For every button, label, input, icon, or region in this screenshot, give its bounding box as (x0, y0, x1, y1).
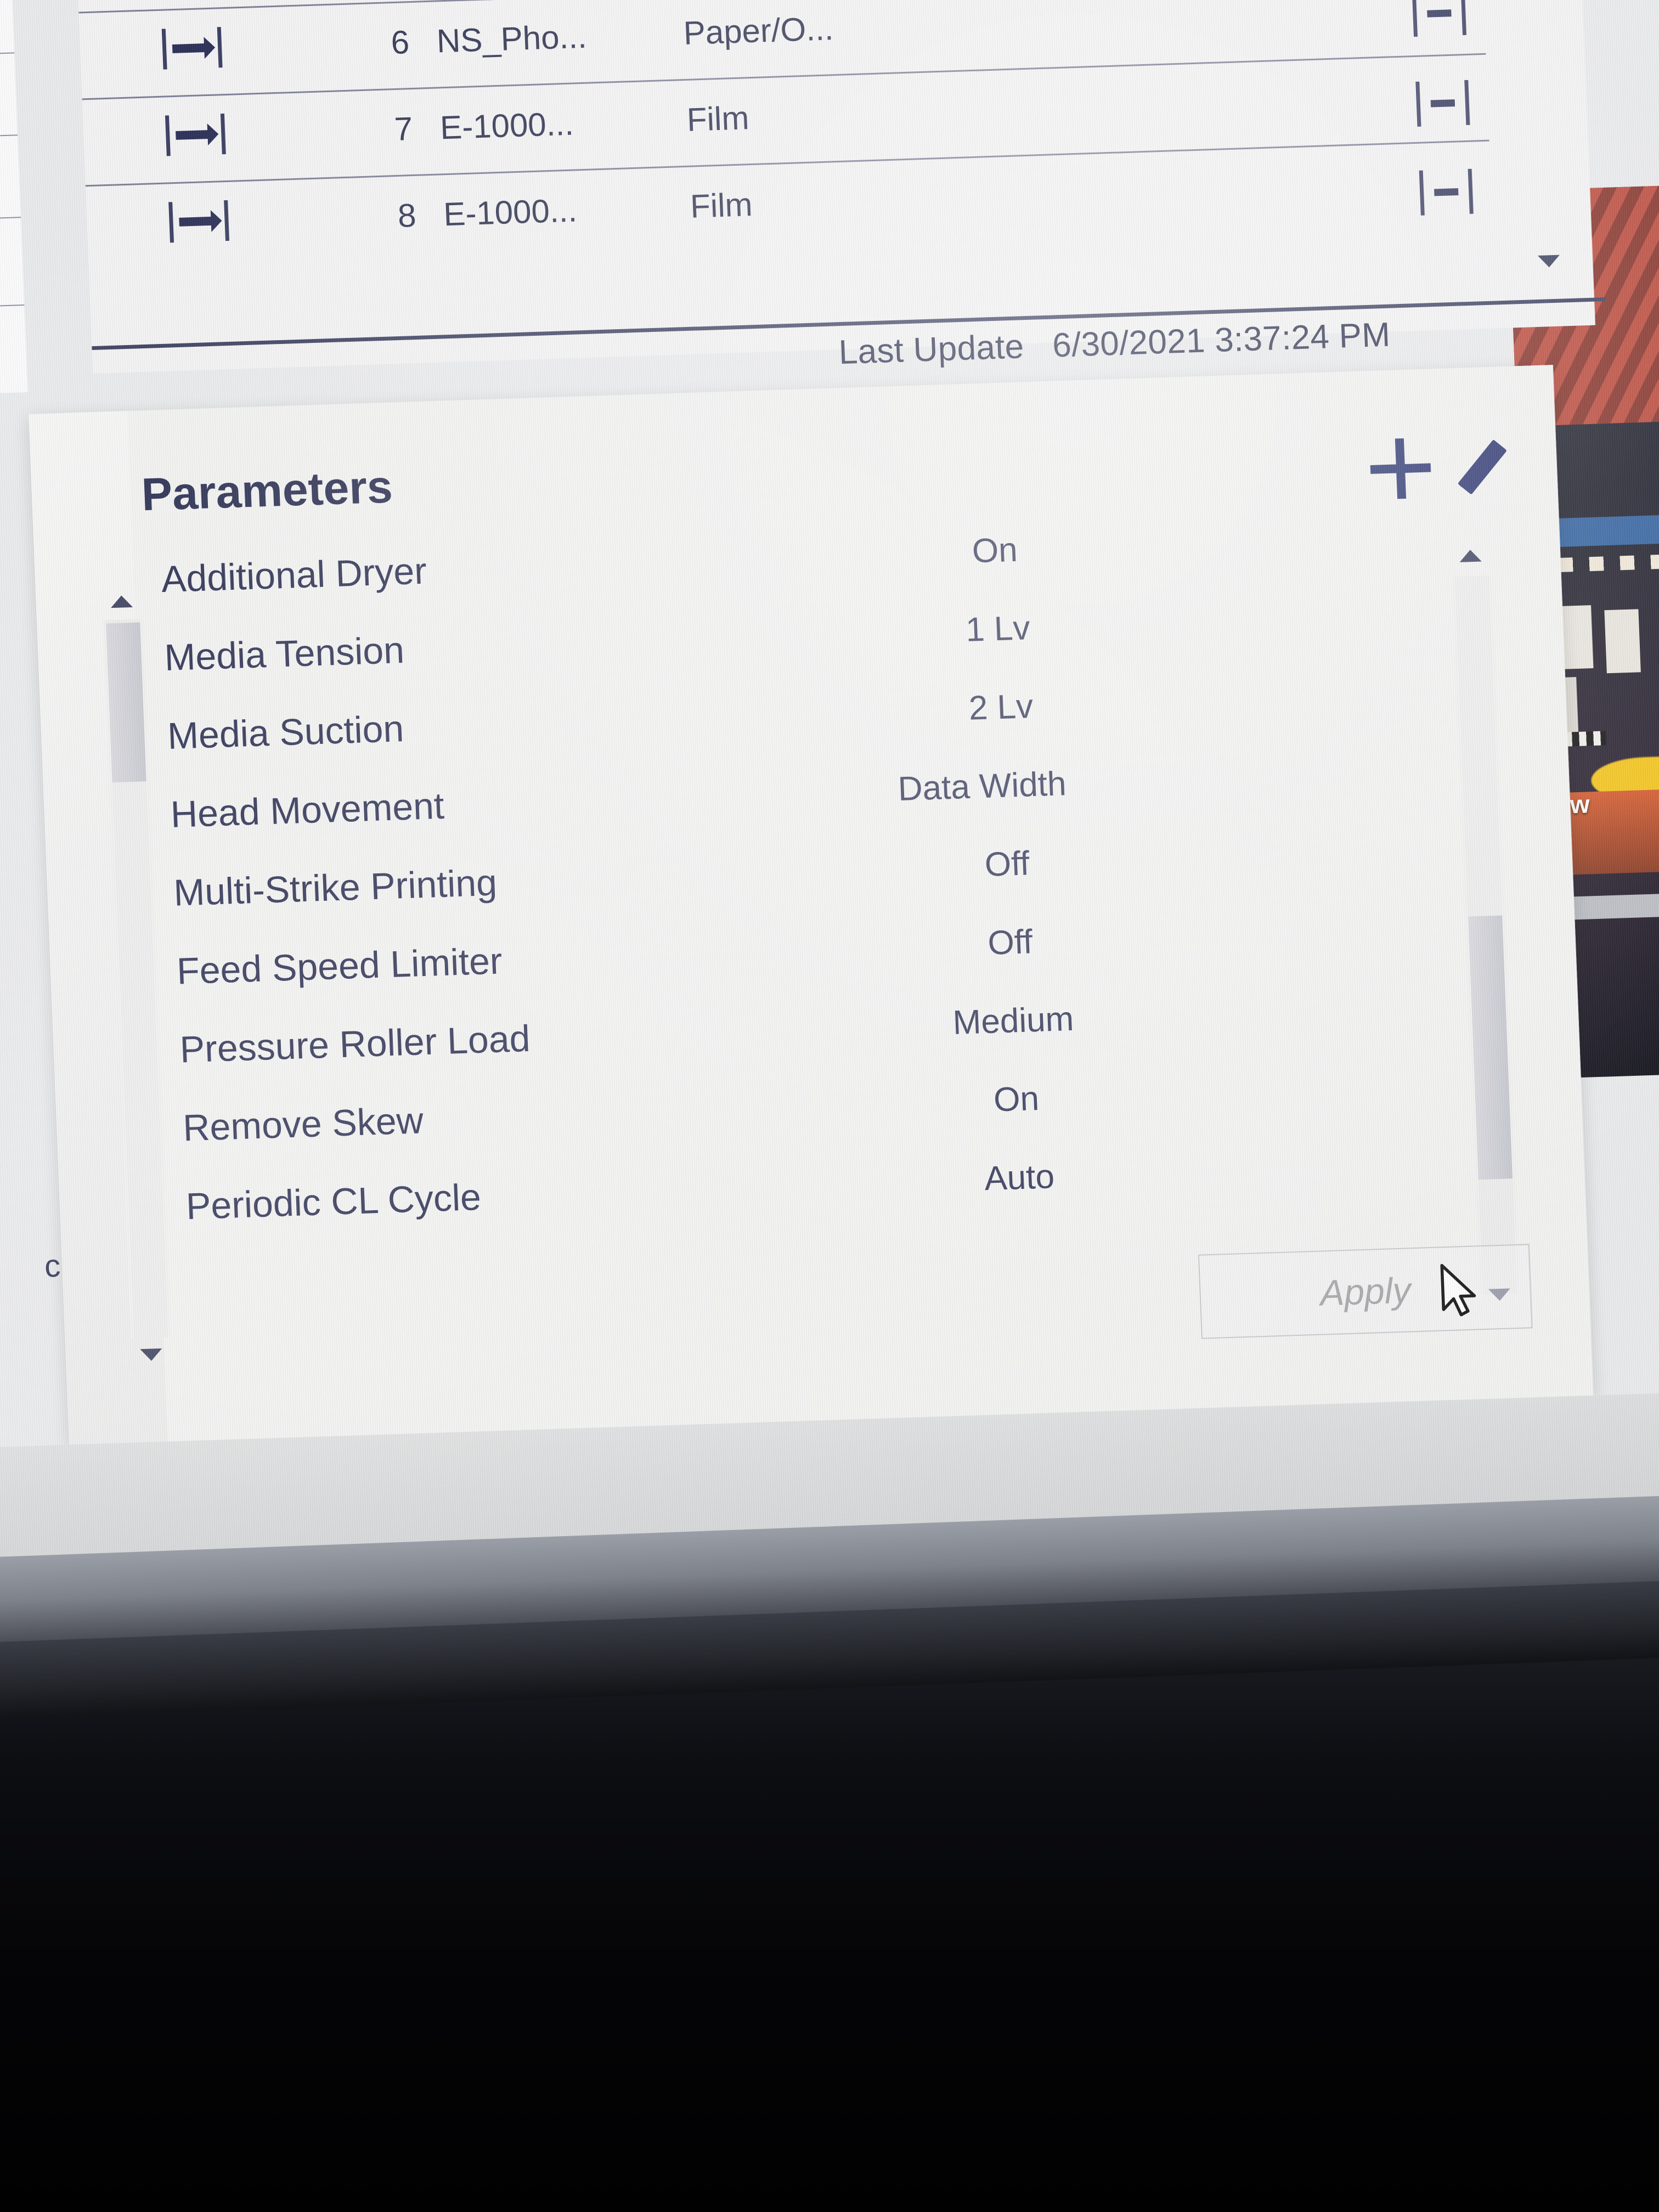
parameter-value: Data Width (897, 765, 1067, 809)
monitor-screen: new NS_Pho... Paper/O... (0, 0, 1659, 1634)
parameter-value: Medium (952, 1000, 1075, 1042)
minus-icon[interactable] (1419, 168, 1474, 216)
parameter-name: Multi-Strike Printing (173, 861, 498, 914)
photograph-of-monitor: new NS_Pho... Paper/O... (0, 0, 1659, 2212)
minus-icon[interactable] (1415, 80, 1470, 127)
row-name: E-1000... (439, 105, 574, 146)
parameters-panel: Parameters Additional Dryer On Media Ten… (29, 365, 1594, 1445)
left-edge-text: c (43, 1248, 61, 1284)
parameter-name: Media Tension (163, 629, 405, 679)
row-name: E-1000... (443, 191, 578, 233)
parameter-value: Auto (984, 1158, 1056, 1198)
parameter-name: Additional Dryer (160, 550, 428, 601)
parameter-value: 2 Lv (968, 687, 1034, 727)
parameter-name: Media Suction (166, 708, 405, 757)
parameter-name: Feed Speed Limiter (176, 940, 503, 992)
pencil-icon[interactable] (1457, 432, 1531, 505)
parameter-name: Periodic CL Cycle (185, 1176, 482, 1228)
chevron-down-icon[interactable] (140, 1348, 163, 1362)
row-number: 7 (393, 110, 414, 148)
parameter-value: On (992, 1080, 1040, 1119)
parameter-name: Pressure Roller Load (179, 1017, 531, 1071)
row-media-type: Film (686, 99, 750, 138)
parameter-name: Remove Skew (182, 1099, 425, 1149)
parameter-value: Off (984, 844, 1030, 884)
row-media-type: Film (689, 186, 753, 225)
minus-icon[interactable] (1412, 0, 1467, 37)
left-side-panel (0, 0, 28, 399)
parameter-value: On (971, 531, 1018, 571)
page-title: Parameters (140, 460, 394, 521)
row-media-type: Paper/O... (682, 10, 834, 52)
arrow-right-icon[interactable] (161, 27, 223, 70)
parameter-name: Head Movement (170, 785, 445, 836)
arrow-right-icon[interactable] (165, 114, 226, 156)
plus-icon[interactable] (1369, 437, 1432, 499)
parameter-value: Off (987, 923, 1034, 962)
last-update-label: Last Update (838, 328, 1025, 372)
dark-background (0, 1635, 1659, 2212)
row-number: 6 (390, 24, 410, 61)
parameters-list: Additional Dryer On Media Tension 1 Lv M… (35, 513, 1587, 1286)
row-name: NS_Pho... (436, 18, 588, 60)
table-scroll-down-icon[interactable] (1537, 255, 1560, 268)
row-number: 8 (397, 196, 417, 234)
wallpaper-window (1604, 609, 1641, 674)
parameter-value: 1 Lv (964, 609, 1031, 649)
arrow-right-icon[interactable] (168, 200, 230, 243)
mouse-pointer-icon (1440, 1263, 1476, 1317)
